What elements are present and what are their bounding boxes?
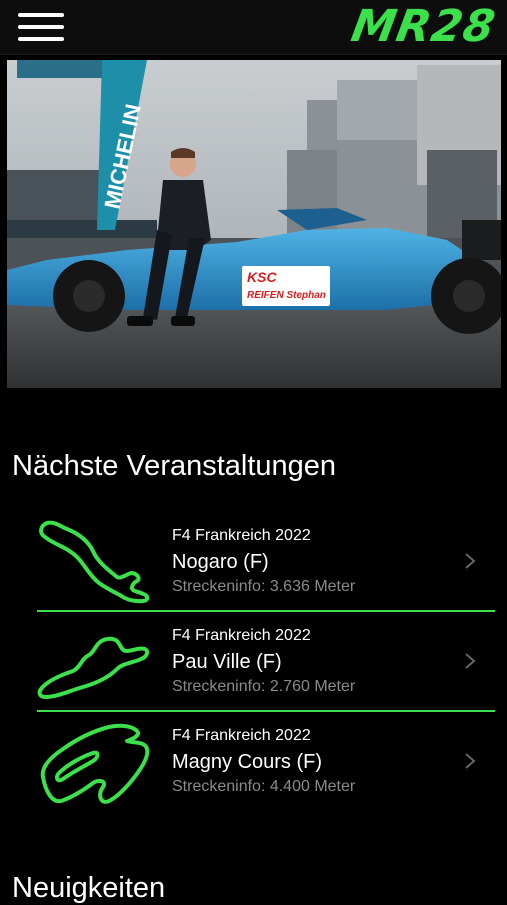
event-item-magny-cours[interactable]: F4 Frankreich 2022 Magny Cours (F) Strec… xyxy=(37,712,495,810)
event-name: Pau Ville (F) xyxy=(172,651,282,673)
chevron-right-icon xyxy=(465,653,476,669)
top-bar: MR28 xyxy=(0,0,507,55)
section-title-news: Neuigkeiten xyxy=(12,872,166,904)
sponsor-ksc: KSC xyxy=(247,269,277,285)
chevron-right-icon xyxy=(465,553,476,569)
section-title-events: Nächste Veranstaltungen xyxy=(12,450,337,482)
event-track-info: Streckeninfo: 3.636 Meter xyxy=(172,578,356,595)
event-name: Magny Cours (F) xyxy=(172,751,323,773)
track-magny-cours-icon xyxy=(40,723,150,804)
event-series: F4 Frankreich 2022 xyxy=(172,727,311,744)
chevron-right-icon xyxy=(465,753,476,769)
track-pau-icon xyxy=(37,636,150,699)
event-item-pau-ville[interactable]: F4 Frankreich 2022 Pau Ville (F) Strecke… xyxy=(37,612,495,712)
events-list: F4 Frankreich 2022 Nogaro (F) Streckenin… xyxy=(37,512,495,810)
event-series: F4 Frankreich 2022 xyxy=(172,527,311,544)
hero-image: MICHELIN KSC REIFEN Stephan xyxy=(7,60,501,388)
logo[interactable]: MR28 xyxy=(348,1,500,52)
event-item-nogaro[interactable]: F4 Frankreich 2022 Nogaro (F) Streckenin… xyxy=(37,512,495,612)
event-series: F4 Frankreich 2022 xyxy=(172,627,311,644)
sponsor-reifen-stephan: REIFEN Stephan xyxy=(247,290,326,301)
event-track-info: Streckeninfo: 4.400 Meter xyxy=(172,778,356,795)
event-track-info: Streckeninfo: 2.760 Meter xyxy=(172,678,356,695)
event-name: Nogaro (F) xyxy=(172,551,269,573)
track-nogaro-icon xyxy=(39,520,150,604)
hamburger-menu-icon[interactable] xyxy=(18,13,64,41)
hero-photo: MICHELIN KSC REIFEN Stephan xyxy=(7,60,501,388)
